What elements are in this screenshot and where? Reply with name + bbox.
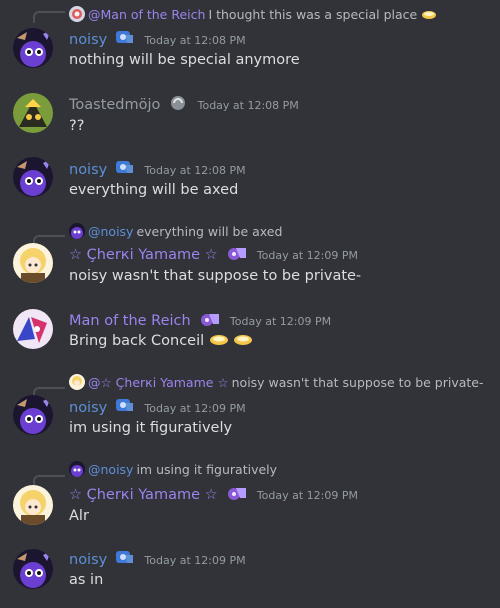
duck-emoji-icon [209,333,229,353]
author-name[interactable]: noisy [69,400,107,416]
role-badge-icon [115,549,135,572]
role-badge-icon [115,397,135,420]
role-badge-icon [199,310,221,333]
message-text-body: Bring back Conceil [69,333,205,349]
avatar[interactable] [13,309,53,349]
reply-spine [33,11,65,23]
reply-text: noisy wasn't that suppose to be private- [231,375,484,390]
reply-preview[interactable]: @☆ Çherкi Yamame ☆ noisy wasn't that supp… [69,374,484,391]
timestamp: Today at 12:08 PM [197,99,299,112]
message-text: im using it figuratively [69,420,233,436]
avatar[interactable] [13,93,53,133]
author-name[interactable]: ☆ Çherкi Yamame ☆ [69,487,218,503]
timestamp: Today at 12:08 PM [144,164,246,177]
reply-text: im using it figuratively [136,462,278,477]
role-badge-icon [226,244,248,267]
reply-text: everything will be axed [136,224,283,239]
reply-author[interactable]: @noisy [88,224,133,239]
duck-emoji-icon [233,333,253,353]
author-name[interactable]: noisy [69,32,107,48]
avatar[interactable] [13,549,53,589]
timestamp: Today at 12:09 PM [144,554,246,567]
author-name[interactable]: ☆ Çherкi Yamame ☆ [69,247,218,263]
role-badge-icon [115,159,135,182]
timestamp: Today at 12:09 PM [256,489,358,502]
role-badge-icon [115,29,135,52]
avatar[interactable] [13,157,53,197]
reply-avatar [69,223,85,239]
reply-preview[interactable]: @Man of the Reich I thought this was a sp… [69,6,437,25]
reply-avatar [69,374,85,390]
reply-author[interactable]: @☆ Çherкi Yamame ☆ [88,375,229,390]
avatar[interactable] [13,485,53,525]
chat-message-list: @Man of the Reich I thought this was a sp… [0,0,500,608]
message-text: noisy wasn't that suppose to be private- [69,268,362,284]
reply-author[interactable]: @noisy [88,462,133,477]
role-badge-icon [169,94,189,117]
message-text: Bring back Conceil [69,331,253,353]
avatar[interactable] [13,395,53,435]
timestamp: Today at 12:09 PM [256,249,358,262]
author-name[interactable]: Toastedmöjo [69,97,160,113]
timestamp: Today at 12:09 PM [144,402,246,415]
reply-text: I thought this was a special place [208,7,418,22]
author-name[interactable]: Man of the Reich [69,313,191,329]
reply-preview[interactable]: @noisy im using it figuratively [69,461,277,478]
avatar[interactable] [13,243,53,283]
reply-avatar [69,461,85,477]
reply-author[interactable]: @Man of the Reich [88,7,205,22]
author-name[interactable]: noisy [69,162,107,178]
message-text: ?? [69,118,85,134]
timestamp: Today at 12:08 PM [144,34,246,47]
role-badge-icon [226,484,248,507]
reply-avatar [69,6,85,22]
author-name[interactable]: noisy [69,552,107,568]
timestamp: Today at 12:09 PM [229,315,332,328]
message-text: Alr [69,508,89,524]
duck-emoji-icon [421,9,437,25]
avatar[interactable] [13,28,53,68]
message-text: nothing will be special anymore [69,52,300,68]
message-text: as in [69,572,104,588]
reply-preview[interactable]: @noisy everything will be axed [69,223,282,240]
message-text: everything will be axed [69,182,239,198]
